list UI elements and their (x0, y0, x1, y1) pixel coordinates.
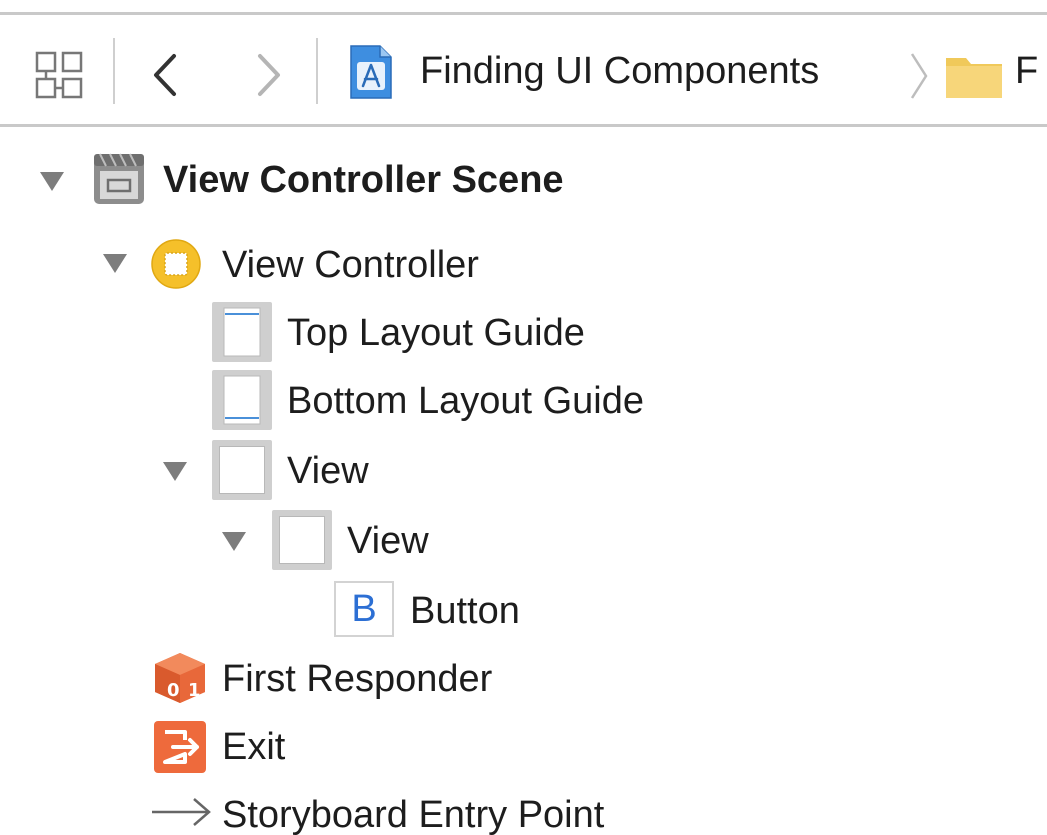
tree-row-view-controller[interactable]: View Controller (0, 232, 1047, 296)
tree-label-scene: View Controller Scene (163, 159, 564, 201)
scene-icon (92, 152, 146, 206)
view-icon (212, 440, 272, 500)
top-divider (0, 12, 1047, 15)
folder-icon (944, 50, 1004, 100)
tree-row-entry-point[interactable]: Storyboard Entry Point (0, 782, 1047, 835)
tree-label-first-responder: First Responder (222, 658, 493, 700)
jump-bar-divider (0, 124, 1047, 127)
document-outline: Finding UI Components F View Controller … (0, 0, 1047, 835)
top-layout-guide-icon (212, 302, 272, 362)
chevron-right-icon[interactable] (252, 50, 286, 100)
disclosure-triangle-icon[interactable] (40, 172, 64, 191)
tree-row-subview[interactable]: View (0, 508, 1047, 572)
svg-text:1: 1 (188, 680, 201, 701)
tree-row-top-layout-guide[interactable]: Top Layout Guide (0, 298, 1047, 362)
tree-label-entry-point: Storyboard Entry Point (222, 794, 605, 835)
tree-label-view: View (287, 450, 369, 492)
jump-bar: Finding UI Components F (0, 16, 1047, 124)
tree-row-bottom-layout-guide[interactable]: Bottom Layout Guide (0, 368, 1047, 432)
chevron-left-icon[interactable] (148, 50, 182, 100)
tree-label-button: Button (410, 590, 520, 632)
tree-label-bottom-layout-guide: Bottom Layout Guide (287, 380, 644, 422)
svg-text:0: 0 (167, 680, 180, 701)
tree-row-button[interactable]: B Button (0, 578, 1047, 642)
bottom-layout-guide-icon (212, 370, 272, 430)
tree-row-exit[interactable]: Exit (0, 714, 1047, 778)
breadcrumb-chevron-icon (904, 50, 934, 102)
related-items-grid-icon[interactable] (34, 50, 84, 100)
disclosure-triangle-icon[interactable] (103, 254, 127, 273)
first-responder-icon: 0 1 (152, 650, 208, 706)
tree-row-first-responder[interactable]: 0 1 First Responder (0, 646, 1047, 710)
tree-row-scene[interactable]: View Controller Scene (0, 148, 1047, 212)
tree-label-view-controller: View Controller (222, 244, 479, 286)
tree-label-exit: Exit (222, 726, 286, 768)
arrow-right-icon (150, 792, 214, 832)
xcode-project-icon (348, 44, 394, 100)
breadcrumb-folder[interactable]: F (1015, 52, 1038, 90)
tree-label-top-layout-guide: Top Layout Guide (287, 312, 585, 354)
button-icon: B (334, 581, 394, 637)
separator (316, 38, 318, 104)
tree-row-view[interactable]: View (0, 438, 1047, 502)
disclosure-triangle-icon[interactable] (222, 532, 246, 551)
view-icon (272, 510, 332, 570)
tree-label-subview: View (347, 520, 429, 562)
disclosure-triangle-icon[interactable] (163, 462, 187, 481)
view-controller-icon (150, 238, 202, 290)
exit-icon (153, 720, 207, 774)
breadcrumb-project[interactable]: Finding UI Components (420, 52, 819, 90)
separator (113, 38, 115, 104)
